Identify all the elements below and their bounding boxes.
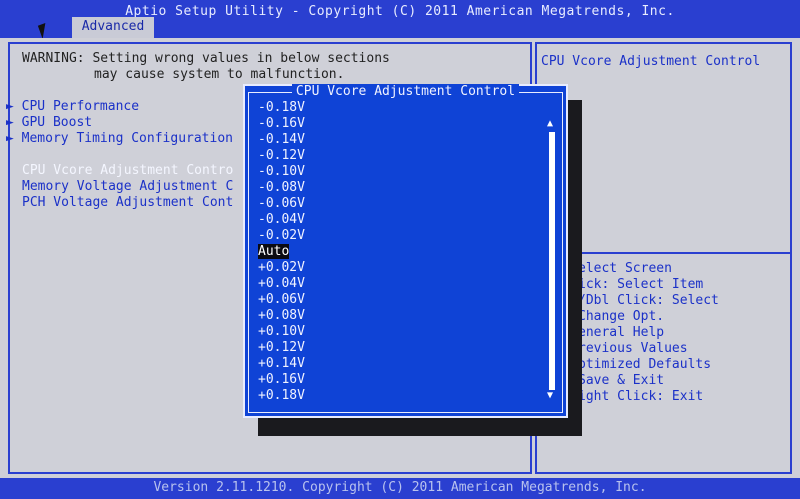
- option-item[interactable]: -0.14V: [258, 132, 305, 147]
- option-item[interactable]: -0.12V: [258, 148, 305, 163]
- submenu-memory-timing[interactable]: ► Memory Timing Configuration: [6, 131, 233, 146]
- key-help-previous-values: revious Values: [578, 341, 688, 356]
- tab-advanced[interactable]: Advanced: [72, 17, 154, 38]
- option-item[interactable]: +0.16V: [258, 372, 305, 387]
- submenu-label: Memory Timing Configuration: [21, 131, 233, 146]
- right-triangle-icon: ►: [6, 99, 14, 114]
- option-item[interactable]: +0.14V: [258, 356, 305, 371]
- key-help-select: /Dbl Click: Select: [578, 293, 719, 308]
- submenu-gpu-boost[interactable]: ► GPU Boost: [6, 115, 92, 130]
- popup-title: CPU Vcore Adjustment Control: [243, 84, 568, 99]
- setting-cpu-vcore[interactable]: CPU Vcore Adjustment Contro: [22, 163, 233, 178]
- key-help-exit: ight Click: Exit: [578, 389, 704, 404]
- right-triangle-icon: ►: [6, 131, 14, 146]
- key-help-select-screen: elect Screen: [578, 261, 672, 276]
- option-item[interactable]: +0.10V: [258, 324, 305, 339]
- option-item[interactable]: +0.02V: [258, 260, 305, 275]
- submenu-label: CPU Performance: [21, 99, 140, 114]
- popup-title-text: CPU Vcore Adjustment Control: [291, 84, 520, 99]
- key-help-select-item: ick: Select Item: [578, 277, 704, 292]
- scrollbar-thumb[interactable]: [549, 132, 555, 390]
- scroll-up-icon[interactable]: ▲: [547, 118, 553, 129]
- option-item[interactable]: +0.12V: [258, 340, 305, 355]
- option-item[interactable]: -0.02V: [258, 228, 305, 243]
- key-help-optimized-defaults: ptimized Defaults: [578, 357, 712, 372]
- key-help-save-exit: Save & Exit: [578, 373, 665, 388]
- option-item[interactable]: +0.06V: [258, 292, 305, 307]
- option-item[interactable]: -0.06V: [258, 196, 305, 211]
- option-item[interactable]: -0.04V: [258, 212, 305, 227]
- help-description: CPU Vcore Adjustment Control: [541, 54, 761, 69]
- scroll-down-icon[interactable]: ▼: [547, 390, 553, 401]
- warning-line-2: may cause system to malfunction.: [94, 67, 345, 82]
- submenu-label: GPU Boost: [21, 115, 93, 130]
- right-triangle-icon: ►: [6, 115, 14, 130]
- option-item[interactable]: +0.18V: [258, 388, 305, 403]
- key-help-change-opt: Change Opt.: [578, 309, 665, 324]
- setting-pch-voltage[interactable]: PCH Voltage Adjustment Cont: [22, 195, 233, 210]
- warning-line-1: WARNING: Setting wrong values in below s…: [22, 51, 390, 66]
- option-item[interactable]: -0.18V: [258, 100, 305, 115]
- setting-memory-voltage[interactable]: Memory Voltage Adjustment C: [22, 179, 233, 194]
- option-item-selected[interactable]: Auto: [258, 244, 290, 259]
- footer-version: Version 2.11.1210. Copyright (C) 2011 Am…: [0, 478, 800, 499]
- submenu-cpu-performance[interactable]: ► CPU Performance: [6, 99, 139, 114]
- option-item[interactable]: -0.10V: [258, 164, 305, 179]
- key-help-general-help: eneral Help: [578, 325, 665, 340]
- option-item[interactable]: -0.16V: [258, 116, 305, 131]
- option-item[interactable]: +0.08V: [258, 308, 305, 323]
- option-item[interactable]: -0.08V: [258, 180, 305, 195]
- option-item[interactable]: +0.04V: [258, 276, 305, 291]
